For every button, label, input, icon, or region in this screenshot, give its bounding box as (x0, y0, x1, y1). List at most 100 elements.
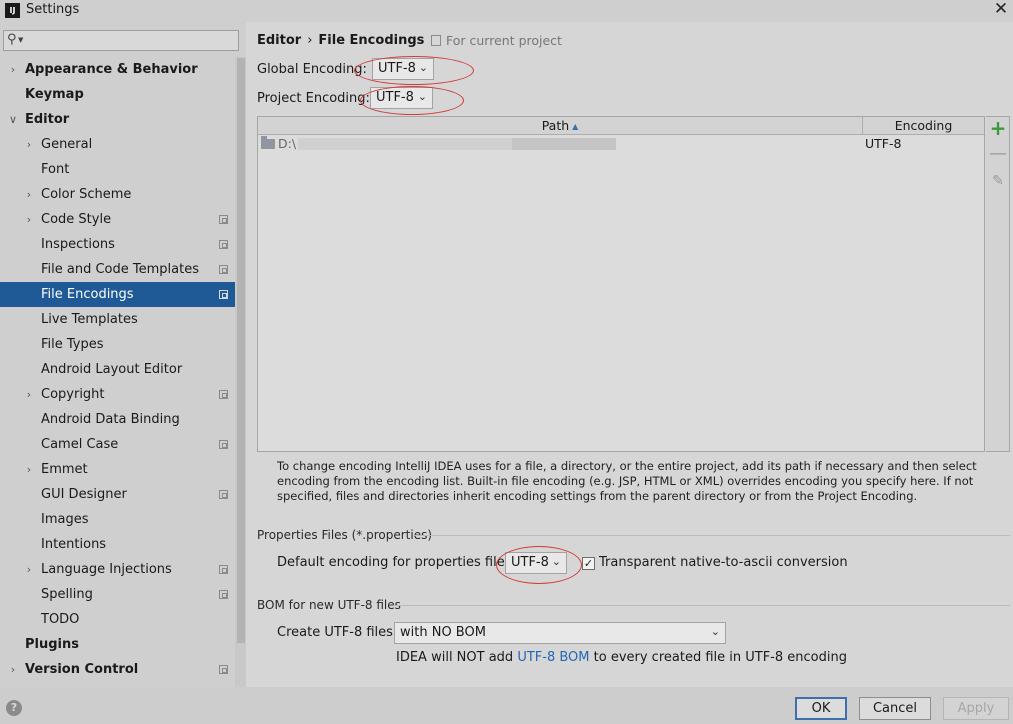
title-bar: IJ Settings ✕ (0, 0, 1013, 22)
search-input[interactable] (30, 32, 239, 51)
sidebar-item-label: Appearance & Behavior (25, 62, 198, 77)
sidebar-item-label: Font (41, 162, 70, 177)
project-scope-icon (219, 490, 228, 499)
properties-default-encoding-label: Default encoding for properties files: (277, 555, 516, 570)
sidebar-item-label: Images (41, 512, 89, 527)
ok-button[interactable]: OK (795, 697, 847, 720)
help-icon[interactable]: ? (6, 700, 22, 716)
chevron-right-icon[interactable]: › (6, 57, 20, 82)
global-encoding-select[interactable]: UTF-8 ⌄ (372, 58, 434, 80)
utf8-bom-link[interactable]: UTF-8 BOM (517, 650, 589, 665)
project-scope-text: For current project (446, 33, 562, 48)
chevron-right-icon[interactable]: › (22, 557, 36, 582)
sort-ascending-icon: ▲ (572, 122, 579, 131)
project-scope-icon (219, 240, 228, 249)
redacted-path-segment (512, 138, 616, 150)
native-to-ascii-label[interactable]: Transparent native-to-ascii conversion (599, 555, 848, 570)
sidebar-item-label: Camel Case (41, 437, 119, 452)
edit-icon[interactable]: ✎ (986, 173, 1010, 189)
sidebar-item-label: File Encodings (41, 287, 134, 302)
search-icon: ⚲ (7, 32, 17, 47)
sidebar-item-label: General (41, 137, 93, 152)
table-row[interactable]: D:\ UTF-8 (258, 135, 984, 152)
chevron-down-icon[interactable]: ▼ (18, 36, 23, 44)
sidebar-item-file-and-code-templates[interactable]: File and Code Templates (0, 257, 235, 282)
sidebar-item-color-scheme[interactable]: › Color Scheme (0, 182, 235, 207)
project-scope-icon (219, 215, 228, 224)
sidebar-item-font[interactable]: Font (0, 157, 235, 182)
project-scope-note: For current project (431, 33, 562, 48)
page-title: File Encodings (318, 33, 425, 48)
create-utf8-files-label: Create UTF-8 files: (277, 625, 398, 640)
properties-encoding-select[interactable]: UTF-8 ⌄ (505, 552, 567, 574)
sidebar-item-copyright[interactable]: › Copyright (0, 382, 235, 407)
bom-mode-select[interactable]: with NO BOM ⌄ (394, 622, 726, 644)
sidebar-item-label: Emmet (41, 462, 88, 477)
project-scope-icon (219, 565, 228, 574)
intellij-app-icon: IJ (5, 3, 20, 18)
sidebar-item-todo[interactable]: TODO (0, 607, 235, 632)
chevron-right-icon[interactable]: › (22, 182, 36, 207)
sidebar-item-plugins[interactable]: Plugins (0, 632, 235, 657)
chevron-right-icon[interactable]: › (22, 207, 36, 232)
row-encoding[interactable]: UTF-8 (865, 135, 901, 152)
sidebar-item-android-layout-editor[interactable]: Android Layout Editor (0, 357, 235, 382)
sidebar-item-label: Android Layout Editor (41, 362, 183, 377)
sidebar-scrollbar-thumb[interactable] (237, 58, 245, 643)
chevron-right-icon[interactable]: › (22, 382, 36, 407)
sidebar-item-inspections[interactable]: Inspections (0, 232, 235, 257)
settings-search[interactable]: ⚲ ▼ (3, 30, 239, 51)
column-header-path[interactable]: Path ▲ (258, 117, 863, 134)
sidebar-item-label: GUI Designer (41, 487, 127, 502)
properties-encoding-value: UTF-8 (511, 555, 549, 570)
breadcrumb-section: Editor (257, 33, 302, 48)
cancel-button[interactable]: Cancel (859, 697, 931, 720)
sidebar-item-gui-designer[interactable]: GUI Designer (0, 482, 235, 507)
breadcrumb: Editor › File Encodings (257, 33, 424, 48)
row-path: D:\ (278, 136, 297, 151)
sidebar-item-language-injections[interactable]: › Language Injections (0, 557, 235, 582)
sidebar-item-appearance-behavior[interactable]: › Appearance & Behavior (0, 57, 235, 82)
sidebar-item-label: Live Templates (41, 312, 138, 327)
chevron-down-icon: ⌄ (418, 61, 428, 74)
sidebar-item-label: Inspections (41, 237, 115, 252)
sidebar-item-android-data-binding[interactable]: Android Data Binding (0, 407, 235, 432)
sidebar-item-label: Android Data Binding (41, 412, 180, 427)
apply-button[interactable]: Apply (943, 697, 1009, 720)
sidebar-item-intentions[interactable]: Intentions (0, 532, 235, 557)
project-scope-icon (219, 265, 228, 274)
remove-icon[interactable]: — (986, 143, 1010, 164)
path-encoding-table[interactable]: Path ▲ Encoding D:\ UTF-8 (257, 116, 985, 452)
redacted-path-segment (298, 138, 512, 150)
sidebar-item-code-style[interactable]: › Code Style (0, 207, 235, 232)
chevron-down-icon: ⌄ (551, 555, 561, 568)
column-header-encoding[interactable]: Encoding (863, 117, 984, 134)
sidebar-item-editor[interactable]: ∨ Editor (0, 107, 235, 132)
add-icon[interactable]: + (986, 116, 1010, 140)
sidebar-item-file-encodings[interactable]: File Encodings (0, 282, 235, 307)
sidebar-item-label: Code Style (41, 212, 112, 227)
native-to-ascii-checkbox[interactable]: ✓ (582, 557, 595, 570)
sidebar-item-emmet[interactable]: › Emmet (0, 457, 235, 482)
sidebar-item-keymap[interactable]: Keymap (0, 82, 235, 107)
sidebar-item-general[interactable]: › General (0, 132, 235, 157)
sidebar-item-live-templates[interactable]: Live Templates (0, 307, 235, 332)
project-scope-icon (219, 590, 228, 599)
sidebar-item-camel-case[interactable]: Camel Case (0, 432, 235, 457)
sidebar-item-version-control[interactable]: › Version Control (0, 657, 235, 682)
group-divider (414, 535, 1010, 536)
chevron-right-icon[interactable]: › (6, 657, 20, 682)
settings-sidebar: ⚲ ▼ › Appearance & Behavior Keymap ∨ Editor ›… (0, 22, 246, 687)
sidebar-item-images[interactable]: Images (0, 507, 235, 532)
chevron-down-icon[interactable]: ∨ (6, 107, 20, 132)
sidebar-item-label: Keymap (25, 87, 84, 102)
chevron-down-icon: ⌄ (417, 90, 427, 103)
chevron-right-icon[interactable]: › (22, 457, 36, 482)
project-scope-icon (431, 35, 441, 46)
bom-note-post: to every created file in UTF-8 encoding (589, 650, 847, 665)
sidebar-item-file-types[interactable]: File Types (0, 332, 235, 357)
close-icon[interactable]: ✕ (993, 0, 1009, 19)
project-encoding-select[interactable]: UTF-8 ⌄ (370, 87, 433, 109)
chevron-right-icon[interactable]: › (22, 132, 36, 157)
sidebar-item-spelling[interactable]: Spelling (0, 582, 235, 607)
